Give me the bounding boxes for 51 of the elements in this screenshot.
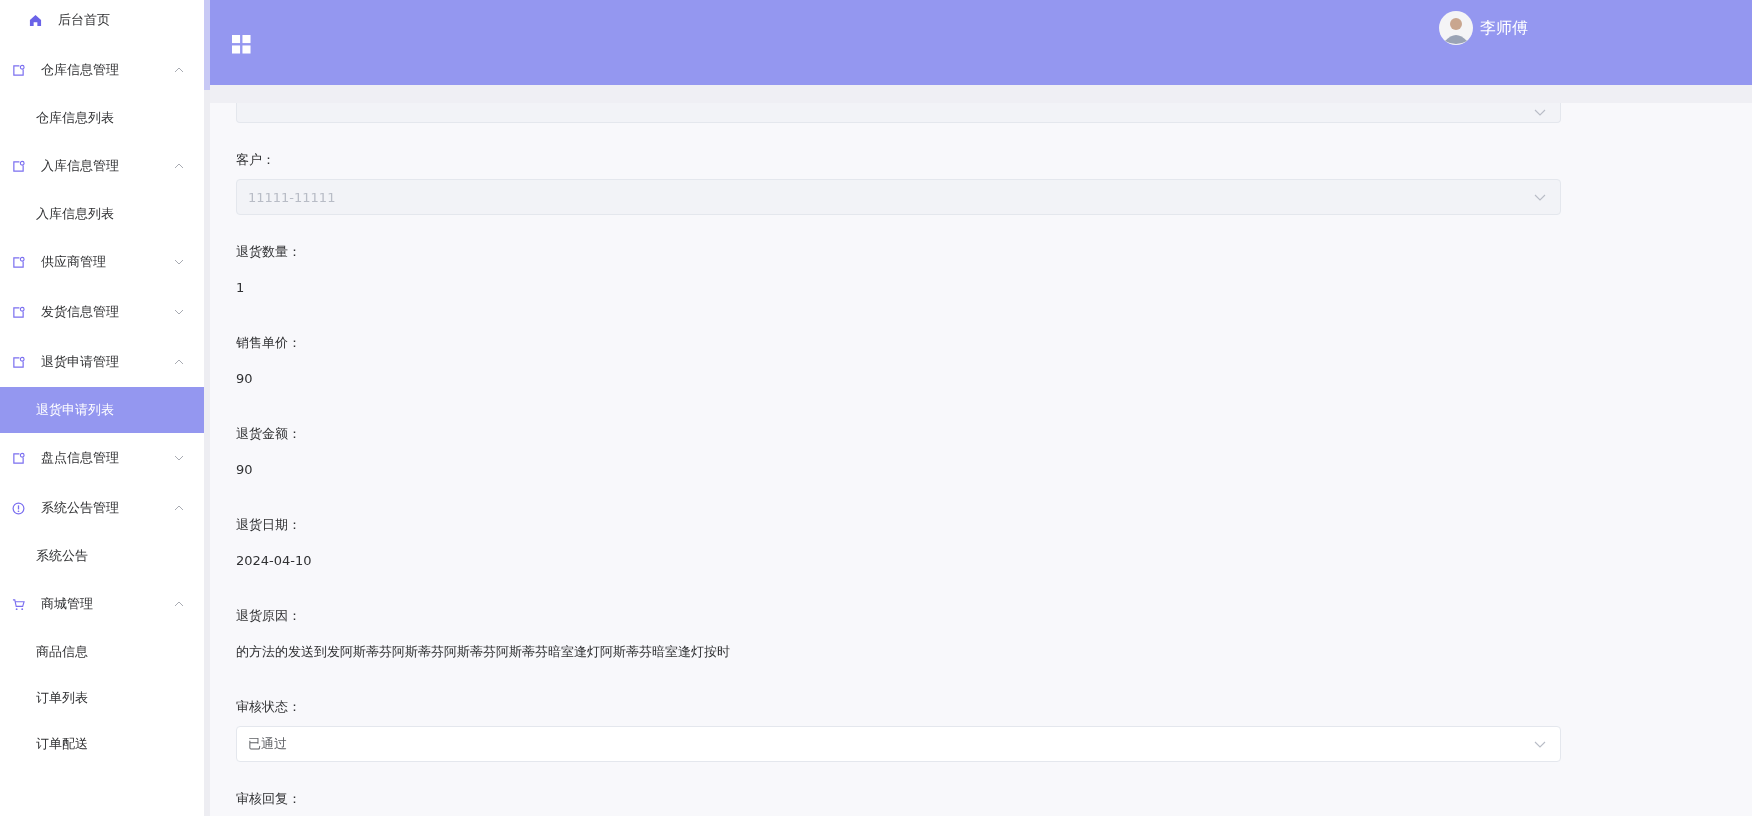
- menu-group[interactable]: 系统公告管理: [0, 483, 204, 533]
- info-icon: [12, 501, 25, 515]
- tag-icon: [12, 451, 25, 465]
- caret-up-icon: [174, 67, 184, 73]
- menu-group[interactable]: 仓库信息管理: [0, 45, 204, 95]
- caret-down-icon: [1534, 740, 1546, 748]
- field-label: 退货数量：: [236, 243, 302, 261]
- menu-group[interactable]: 商城管理: [0, 579, 204, 629]
- menu-item[interactable]: 商品信息: [0, 629, 204, 675]
- grid-icon[interactable]: [232, 35, 251, 54]
- caret-up-icon: [174, 359, 184, 365]
- tag-icon: [12, 305, 25, 319]
- field-value: 的方法的发送到发阿斯蒂芬阿斯蒂芬阿斯蒂芬阿斯蒂芬暗室逢灯阿斯蒂芬暗室逢灯按时: [236, 643, 731, 661]
- cart-icon: [12, 597, 25, 611]
- tag-icon: [12, 255, 25, 269]
- caret-down-icon: [1534, 109, 1546, 116]
- menu-item[interactable]: 订单列表: [0, 675, 204, 721]
- menu-group[interactable]: 供应商管理: [0, 237, 204, 287]
- menu-group[interactable]: 入库信息管理: [0, 141, 204, 191]
- avatar[interactable]: [1439, 11, 1473, 45]
- field-label: 退货原因：: [236, 607, 302, 625]
- caret-down-icon: [174, 259, 184, 265]
- field-value: 2024-04-10: [236, 552, 313, 570]
- menu-group[interactable]: 发货信息管理: [0, 287, 204, 337]
- field-label: 退货日期：: [236, 516, 302, 534]
- menu-group[interactable]: 退货申请管理: [0, 337, 204, 387]
- caret-down-icon: [174, 455, 184, 461]
- caret-up-icon: [174, 601, 184, 607]
- tag-icon: [12, 63, 25, 77]
- caret-down-icon: [1534, 193, 1546, 201]
- field-value: 90: [236, 370, 254, 388]
- menu-item[interactable]: 后台首页: [0, 0, 204, 45]
- caret-up-icon: [174, 163, 184, 169]
- caret-down-icon: [174, 309, 184, 315]
- select-field[interactable]: 已通过: [236, 726, 1561, 762]
- field-value: 1: [236, 279, 246, 297]
- menu-item[interactable]: 入库信息列表: [0, 191, 204, 237]
- field-label: 销售单价：: [236, 334, 302, 352]
- menu-item[interactable]: 系统公告: [0, 533, 204, 579]
- field-label: 客户：: [236, 151, 276, 169]
- home-icon: [29, 13, 42, 27]
- menu-item[interactable]: 订单配送: [0, 721, 204, 767]
- field-label: 审核回复：: [236, 790, 302, 808]
- field-label: 审核状态：: [236, 698, 302, 716]
- tag-icon: [12, 355, 25, 369]
- menu-group[interactable]: 盘点信息管理: [0, 433, 204, 483]
- caret-up-icon: [174, 505, 184, 511]
- field-value: 90: [236, 461, 254, 479]
- tag-icon: [12, 159, 25, 173]
- menu-item[interactable]: 仓库信息列表: [0, 95, 204, 141]
- field-label: 退货金额：: [236, 425, 302, 443]
